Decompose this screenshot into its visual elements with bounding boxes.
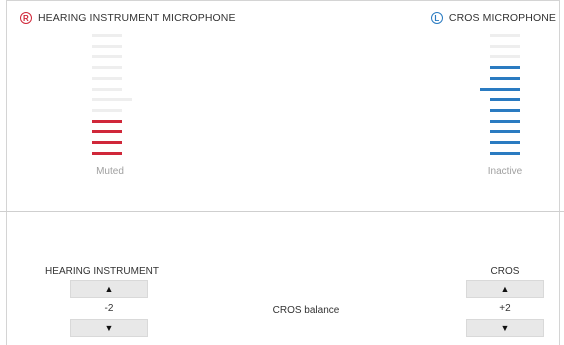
cros-value: +2: [499, 303, 511, 314]
level-segment: [92, 34, 122, 37]
hearing-instrument-label: HEARING INSTRUMENT: [45, 266, 159, 277]
cros-level-meter: [480, 34, 520, 155]
level-segment: [490, 151, 520, 155]
level-segment: [490, 34, 520, 37]
level-segment: [490, 108, 520, 112]
level-segment: [92, 141, 122, 144]
level-segment: [490, 55, 520, 59]
left-side-icon: L: [430, 12, 443, 24]
down-arrow-icon: ▼: [500, 323, 510, 333]
down-arrow-icon: ▼: [104, 323, 114, 333]
cros-balance-label: CROS balance: [272, 305, 340, 316]
cros-down-button[interactable]: ▼: [466, 319, 544, 337]
level-segment: [480, 87, 520, 91]
hearing-instrument-up-button[interactable]: ▲: [70, 280, 148, 298]
panel-border-left: [6, 211, 7, 345]
cros-status: Inactive: [487, 166, 523, 177]
microphone-panel: [6, 0, 560, 211]
level-segment: [92, 44, 122, 48]
level-segment: [490, 119, 520, 123]
cros-up-button[interactable]: ▲: [466, 280, 544, 298]
level-segment: [92, 55, 122, 59]
hearing-instrument-mic-title: HEARING INSTRUMENT MICROPHONE: [38, 12, 236, 24]
level-segment: [92, 87, 122, 91]
cros-mic-header: L CROS MICROPHONE: [430, 12, 556, 24]
hearing-instrument-value: -2: [104, 303, 114, 314]
up-arrow-icon: ▲: [500, 284, 510, 294]
level-segment: [92, 108, 122, 112]
level-segment: [490, 66, 520, 70]
level-segment: [92, 119, 122, 123]
level-segment: [92, 66, 122, 70]
level-segment: [490, 76, 520, 80]
panel-border-right: [559, 211, 560, 345]
level-segment: [490, 130, 520, 134]
cros-label: CROS: [490, 266, 520, 277]
hearing-instrument-down-button[interactable]: ▼: [70, 319, 148, 337]
level-segment: [490, 98, 520, 102]
up-arrow-icon: ▲: [104, 284, 114, 294]
hearing-instrument-level-meter: [92, 34, 132, 155]
level-segment: [92, 130, 122, 134]
level-segment: [490, 44, 520, 48]
level-segment: [92, 151, 122, 155]
section-divider: [0, 211, 564, 212]
level-segment: [92, 76, 122, 80]
hearing-instrument-status: Muted: [96, 166, 124, 177]
cros-mic-title: CROS MICROPHONE: [448, 12, 556, 24]
hearing-instrument-mic-header: R HEARING INSTRUMENT MICROPHONE: [20, 12, 236, 24]
level-segment: [490, 141, 520, 144]
level-segment: [92, 98, 132, 102]
right-side-icon: R: [20, 12, 32, 24]
